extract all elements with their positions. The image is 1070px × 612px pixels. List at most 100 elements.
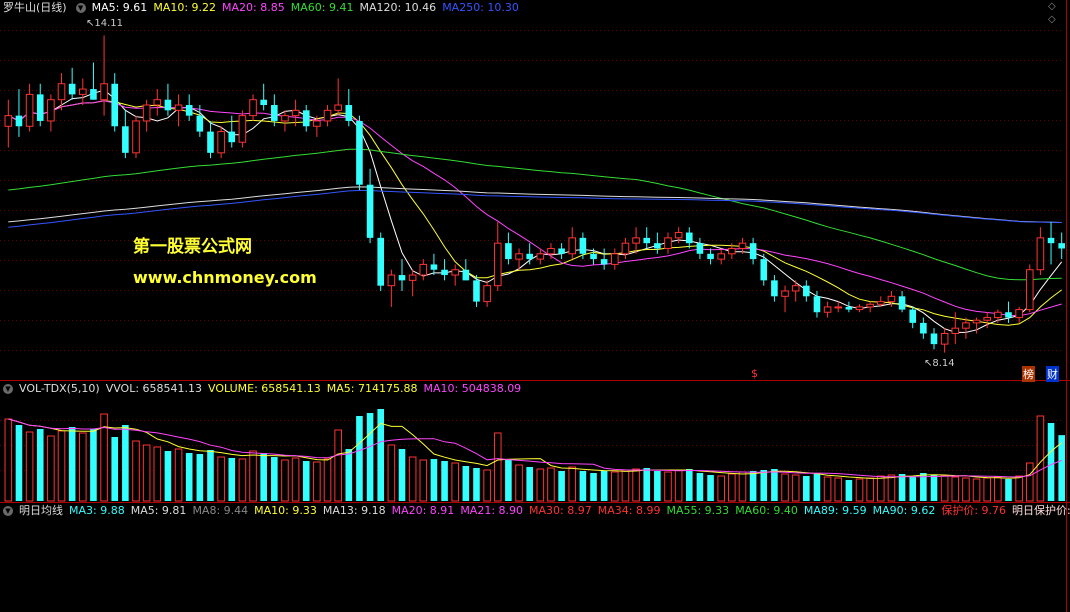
volume-bar-53 — [568, 466, 577, 502]
ma-indicator: 明日均线 — [19, 504, 63, 517]
volume-bar-88 — [940, 475, 949, 502]
volume-bar-5 — [57, 430, 66, 502]
volume-bar-60 — [643, 468, 651, 501]
volume-bar-77 — [823, 476, 832, 502]
candle-body-0 — [4, 115, 13, 127]
volume-bar-12 — [132, 440, 140, 502]
volume-indicator: VOL-TDX(5,10) — [19, 382, 100, 395]
candle-body-22 — [238, 115, 247, 143]
volume-bar-34 — [366, 413, 374, 501]
ma2-label-5: MA20: 8.91 — [391, 504, 455, 517]
corner-arrow-icon[interactable]: ◇ — [1048, 1, 1056, 12]
ma250-line — [8, 190, 1062, 228]
volume-bar-10 — [111, 437, 119, 501]
ma-label-0: MA5: 9.61 — [91, 1, 148, 14]
candle-body-83 — [887, 295, 896, 303]
volume-bar-13 — [142, 444, 151, 502]
candle-body-99 — [1058, 243, 1065, 249]
candle-body-88 — [940, 332, 949, 345]
ma10-line — [8, 100, 1062, 326]
volume-bar-7 — [79, 432, 87, 502]
ma2-label-1: MA5: 9.81 — [130, 504, 187, 517]
candle-body-98 — [1047, 237, 1055, 244]
volume-bar-25 — [271, 457, 278, 501]
stock-chart — [0, 0, 1070, 612]
volume-bar-71 — [760, 470, 768, 501]
volume-bar-68 — [728, 473, 736, 502]
volume-bar-21 — [228, 458, 236, 501]
candle-body-80 — [855, 306, 864, 311]
candle-body-39 — [419, 263, 428, 276]
candle-body-86 — [920, 322, 927, 334]
ma-header: ▼ 明日均线 MA3: 9.88 MA5: 9.81 MA8: 9.44 MA10: … — [0, 503, 1070, 519]
volume-bar-52 — [558, 471, 565, 501]
chevron-down-icon[interactable]: ▼ — [3, 506, 13, 516]
candle-body-20 — [217, 131, 225, 154]
candle-body-97 — [1036, 237, 1045, 271]
candle-body-47 — [505, 243, 512, 260]
ma2-label-10: MA60: 9.40 — [735, 504, 798, 517]
ma-labels: MA5: 9.61 MA10: 9.22 MA20: 8.85 MA60: 9.41 M… — [92, 0, 525, 16]
volume-bar-82 — [877, 475, 885, 502]
candle-body-79 — [845, 306, 853, 310]
candle-body-24 — [260, 99, 267, 106]
volume-bar-47 — [505, 459, 512, 501]
candle-body-71 — [760, 259, 768, 281]
candle-body-16 — [174, 104, 183, 111]
candle-body-95 — [1015, 309, 1023, 319]
candle-body-19 — [207, 131, 214, 153]
volume-bar-37 — [398, 449, 406, 501]
volume-bar-22 — [238, 458, 247, 502]
chevron-down-icon[interactable]: ▼ — [3, 384, 13, 394]
candle-body-13 — [142, 104, 151, 122]
volume-bar-59 — [632, 468, 640, 502]
stock-name: 罗牛山(日线) — [3, 1, 67, 14]
tag-cai[interactable]: 财 — [1046, 366, 1059, 382]
volume-bar-78 — [834, 477, 843, 502]
volume-bar-85 — [909, 477, 917, 501]
volume-bar-58 — [621, 469, 630, 502]
volume-bar-75 — [803, 476, 810, 501]
candle-body-32 — [345, 105, 353, 121]
candle-body-29 — [313, 120, 321, 127]
candle-body-44 — [473, 280, 480, 302]
ma-label-1: MA10: 9.22 — [153, 1, 217, 14]
volume-bar-67 — [717, 475, 725, 502]
candle-body-48 — [515, 253, 523, 260]
chevron-down-icon[interactable]: ▼ — [75, 3, 86, 13]
candle-body-62 — [664, 237, 672, 249]
candle-body-68 — [728, 247, 736, 255]
volume-bar-0 — [4, 418, 13, 502]
candle-body-28 — [302, 110, 310, 127]
volume-labels: VVOL: 658541.13 VOLUME: 658541.13 MA5: 714… — [106, 381, 528, 397]
candle-body-56 — [600, 259, 608, 265]
ma2-label-0: MA3: 9.88 — [69, 504, 125, 517]
candle-body-69 — [738, 242, 747, 249]
candle-body-50 — [536, 253, 545, 260]
tag-bang[interactable]: 榜 — [1022, 366, 1035, 382]
ma2-label-8: MA34: 8.99 — [597, 504, 661, 517]
candle-body-82 — [877, 301, 885, 305]
candle-body-93 — [994, 311, 1002, 319]
candle-body-77 — [823, 306, 832, 313]
volume-bar-54 — [579, 471, 587, 501]
candle-body-10 — [111, 83, 119, 127]
ma2-label-7: MA30: 8.97 — [529, 504, 592, 517]
candle-body-61 — [654, 243, 661, 249]
volume-bar-97 — [1036, 415, 1045, 502]
candle-body-96 — [1025, 269, 1034, 311]
volume-bar-41 — [441, 461, 448, 501]
volume-bar-76 — [813, 474, 821, 501]
ma2-label-6: MA21: 8.90 — [460, 504, 524, 517]
volume-bar-30 — [323, 458, 332, 502]
candle-body-75 — [803, 285, 810, 297]
ma2-label-14: 明日保护价: 9.88 — [1012, 504, 1070, 517]
volume-bar-43 — [462, 466, 470, 501]
candle-body-27 — [291, 109, 300, 117]
volume-header: ▼ VOL-TDX(5,10) VVOL: 658541.13 VOLUME: 6… — [0, 381, 533, 397]
corner-arrow-down-icon[interactable]: ◇ — [1048, 14, 1056, 25]
tag-s[interactable]: $ — [750, 367, 759, 380]
vol-label-3: MA10: 504838.09 — [423, 382, 522, 395]
vol-label-2: MA5: 714175.88 — [326, 382, 418, 395]
volume-bar-35 — [377, 409, 385, 501]
